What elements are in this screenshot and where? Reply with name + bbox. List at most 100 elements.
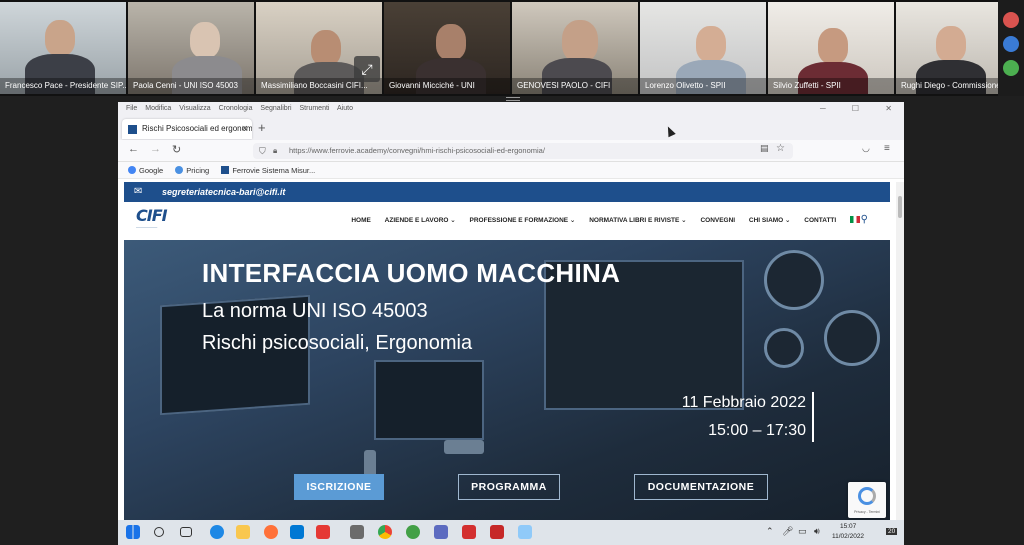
file-explorer-icon[interactable] bbox=[236, 525, 250, 539]
menu-segnalibri[interactable]: Segnalibri bbox=[260, 105, 291, 112]
nav-professione[interactable]: PROFESSIONE E FORMAZIONE ⌄ bbox=[470, 217, 576, 224]
search-icon[interactable] bbox=[154, 527, 164, 537]
envelope-icon: ✉ bbox=[134, 186, 143, 197]
close-tab-icon[interactable]: ✕ bbox=[241, 119, 248, 139]
share-icon[interactable] bbox=[1003, 60, 1019, 76]
participant-name: Silvio Zuffetti - SPII bbox=[768, 78, 894, 94]
menu-hamburger-icon[interactable]: ≡ bbox=[884, 143, 890, 154]
firefox-icon[interactable] bbox=[264, 525, 278, 539]
chevron-up-icon[interactable]: ⌃ bbox=[766, 526, 774, 537]
ferrovie-icon bbox=[221, 166, 230, 174]
page-viewport: ✉ segreteriatecnica-bari@cifi.it CIFI ──… bbox=[118, 182, 904, 520]
shield-icon[interactable]: ⛉ bbox=[259, 143, 266, 159]
menu-strumenti[interactable]: Strumenti bbox=[300, 105, 330, 112]
url-text: https://www.ferrovie.academy/convegni/hm… bbox=[289, 146, 545, 155]
app-icon[interactable] bbox=[518, 525, 532, 539]
cab-screen-decoration bbox=[374, 360, 484, 440]
nav-chi-siamo[interactable]: CHI SIAMO ⌄ bbox=[749, 217, 791, 224]
maximize-icon[interactable]: ☐ bbox=[852, 104, 859, 113]
edge-icon[interactable] bbox=[210, 525, 224, 539]
participant-tile[interactable]: Lorenzo Olivetto - SPII bbox=[640, 2, 766, 94]
italian-flag-icon[interactable] bbox=[850, 216, 860, 223]
contact-bar: ✉ segreteriatecnica-bari@cifi.it bbox=[124, 182, 890, 202]
menu-aiuto[interactable]: Aiuto bbox=[337, 105, 353, 112]
video-strip: Francesco Pace - Presidente SIP... Paola… bbox=[0, 0, 1024, 96]
window-controls: ─ ☐ ✕ bbox=[802, 102, 898, 116]
task-view-icon[interactable] bbox=[180, 527, 192, 537]
search-icon[interactable]: ⚲ bbox=[861, 214, 868, 225]
browser-menubar: File Modifica Visualizza Cronologia Segn… bbox=[118, 102, 904, 116]
menu-visualizza[interactable]: Visualizza bbox=[179, 105, 210, 112]
menu-file[interactable]: File bbox=[126, 105, 137, 112]
new-tab-button[interactable]: + bbox=[258, 120, 266, 135]
bookmark-google[interactable]: Google bbox=[128, 166, 163, 175]
contact-email[interactable]: segreteriatecnica-bari@cifi.it bbox=[162, 187, 285, 197]
clock-time[interactable]: 15:07 bbox=[840, 523, 856, 530]
participant-name: Lorenzo Olivetto - SPII bbox=[640, 78, 766, 94]
event-time: 15:00 – 17:30 bbox=[708, 422, 806, 439]
iscrizione-button[interactable]: ISCRIZIONE bbox=[294, 474, 384, 500]
bookmark-label: Google bbox=[139, 166, 164, 175]
recaptcha-text: Privacy - Termini bbox=[854, 510, 880, 514]
participant-tile[interactable]: Massimiliano Boccasini CIFI... ⤢ bbox=[256, 2, 382, 94]
bookmark-label: Ferrovie Sistema Misur... bbox=[232, 166, 316, 175]
teams-icon[interactable] bbox=[434, 525, 448, 539]
participant-tile[interactable]: Francesco Pace - Presidente SIP... bbox=[0, 2, 126, 94]
bookmark-pricing[interactable]: Pricing bbox=[175, 166, 209, 175]
reload-icon[interactable]: ↻ bbox=[172, 143, 181, 156]
back-icon[interactable]: ← bbox=[128, 143, 139, 155]
cifi-logo[interactable]: CIFI ────────── bbox=[136, 206, 178, 236]
nav-home[interactable]: HOME bbox=[351, 217, 371, 224]
minimize-icon[interactable]: ─ bbox=[820, 104, 826, 113]
expand-icon[interactable]: ⤢ bbox=[354, 56, 380, 82]
windows-taskbar: ⌃ 🎤︎ ▭ 🔊︎ 15:07 11/02/2022 20 bbox=[118, 520, 904, 545]
mic-off-icon[interactable] bbox=[1003, 12, 1019, 28]
forward-icon[interactable]: → bbox=[150, 143, 161, 155]
programma-button[interactable]: PROGRAMMA bbox=[458, 474, 560, 500]
app-icon[interactable] bbox=[316, 525, 330, 539]
clock-date[interactable]: 11/02/2022 bbox=[832, 533, 864, 540]
address-bar[interactable]: ⛉ 🔒︎ https://www.ferrovie.academy/conveg… bbox=[253, 143, 793, 159]
notification-badge[interactable]: 20 bbox=[886, 528, 898, 535]
participant-tile[interactable]: Rughi Diego - Commissione UN... bbox=[896, 2, 998, 94]
app-icon[interactable] bbox=[350, 525, 364, 539]
participant-name: Francesco Pace - Presidente SIP... bbox=[0, 78, 126, 94]
pocket-icon[interactable]: ◡ bbox=[862, 143, 870, 154]
page-scrollbar[interactable] bbox=[896, 182, 904, 520]
bookmark-star-icon[interactable]: ☆ bbox=[776, 143, 785, 154]
drag-handle[interactable] bbox=[506, 97, 520, 101]
microphone-icon[interactable]: 🎤︎ bbox=[782, 526, 793, 537]
network-icon[interactable]: ▭ bbox=[798, 526, 807, 537]
wechat-icon[interactable] bbox=[406, 525, 420, 539]
hero-title: INTERFACCIA UOMO MACCHINA bbox=[202, 258, 621, 288]
nav-normativa[interactable]: NORMATIVA LIBRI E RIVISTE ⌄ bbox=[589, 217, 686, 224]
bookmarks-bar: Google Pricing Ferrovie Sistema Misur... bbox=[118, 162, 904, 179]
menu-cronologia[interactable]: Cronologia bbox=[219, 105, 253, 112]
video-icon[interactable] bbox=[1003, 36, 1019, 52]
participant-tile-active[interactable]: GENOVESI PAOLO - CIFI bbox=[512, 2, 638, 94]
nav-convegni[interactable]: CONVEGNI bbox=[700, 217, 735, 224]
volume-icon[interactable]: 🔊︎ bbox=[814, 526, 820, 537]
divider-line bbox=[812, 392, 814, 442]
menu-modifica[interactable]: Modifica bbox=[145, 105, 171, 112]
lock-icon[interactable]: 🔒︎ bbox=[273, 143, 277, 159]
nav-contatti[interactable]: CONTATTI bbox=[804, 217, 836, 224]
chrome-icon[interactable] bbox=[378, 525, 392, 539]
bookmark-ferrovie[interactable]: Ferrovie Sistema Misur... bbox=[221, 166, 315, 175]
participant-tile[interactable]: Silvio Zuffetti - SPII bbox=[768, 2, 894, 94]
participant-tile[interactable]: Giovanni Micciché - UNI bbox=[384, 2, 510, 94]
hero-subtitle-1: La norma UNI ISO 45003 bbox=[202, 300, 428, 322]
tab-active[interactable]: Rischi Psicosociali ed ergonomia ✕ bbox=[122, 119, 252, 139]
reader-mode-icon[interactable]: ▤ bbox=[760, 143, 769, 154]
documentazione-button[interactable]: DOCUMENTAZIONE bbox=[634, 474, 768, 500]
outlook-icon[interactable] bbox=[290, 525, 304, 539]
windows-start-icon[interactable] bbox=[126, 525, 140, 539]
participant-tile[interactable]: Paola Cenni - UNI ISO 45003 bbox=[128, 2, 254, 94]
logo-mark: CIFI bbox=[136, 206, 168, 225]
powerpoint-icon[interactable] bbox=[490, 525, 504, 539]
nav-aziende[interactable]: AZIENDE E LAVORO ⌄ bbox=[385, 217, 456, 224]
close-window-icon[interactable]: ✕ bbox=[885, 104, 892, 113]
acrobat-icon[interactable] bbox=[462, 525, 476, 539]
recaptcha-badge[interactable]: Privacy - Termini bbox=[848, 482, 886, 518]
scrollbar-thumb[interactable] bbox=[898, 196, 902, 218]
